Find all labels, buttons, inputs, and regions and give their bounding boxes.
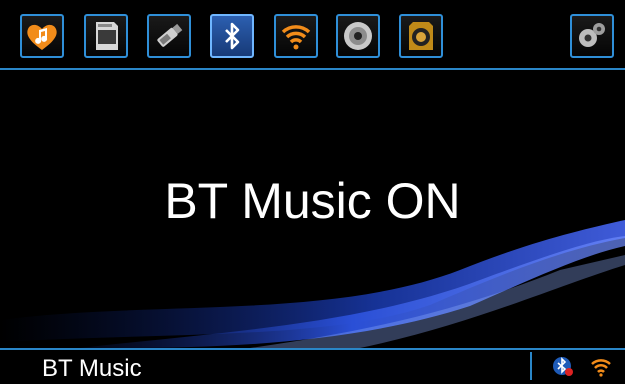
- source-toolbar: [0, 0, 625, 70]
- bluetooth-status-icon: [552, 355, 574, 377]
- music-source-button[interactable]: [20, 14, 64, 58]
- settings-button[interactable]: [570, 14, 614, 58]
- bluetooth-icon: [225, 22, 240, 50]
- wifi-source-button[interactable]: [274, 14, 318, 58]
- speaker-icon: [409, 22, 433, 50]
- gears-icon: [579, 23, 605, 47]
- speaker-source-button[interactable]: [399, 14, 443, 58]
- main-display: BT Music ON: [0, 70, 625, 348]
- wifi-icon: [281, 25, 311, 50]
- bluetooth-source-button[interactable]: [210, 14, 254, 58]
- status-bar: BT Music: [0, 348, 625, 382]
- usb-stick-icon: [157, 23, 183, 47]
- current-source-label: BT Music: [42, 355, 142, 382]
- status-headline: BT Music ON: [164, 173, 461, 229]
- status-divider: [530, 352, 532, 380]
- sd-card-icon: [96, 22, 118, 50]
- disc-source-button[interactable]: [336, 14, 380, 58]
- sd-card-source-button[interactable]: [84, 14, 128, 58]
- disc-icon: [344, 22, 372, 50]
- wifi-status-icon: [590, 355, 612, 377]
- music-heart-icon: [27, 24, 57, 50]
- usb-source-button[interactable]: [147, 14, 191, 58]
